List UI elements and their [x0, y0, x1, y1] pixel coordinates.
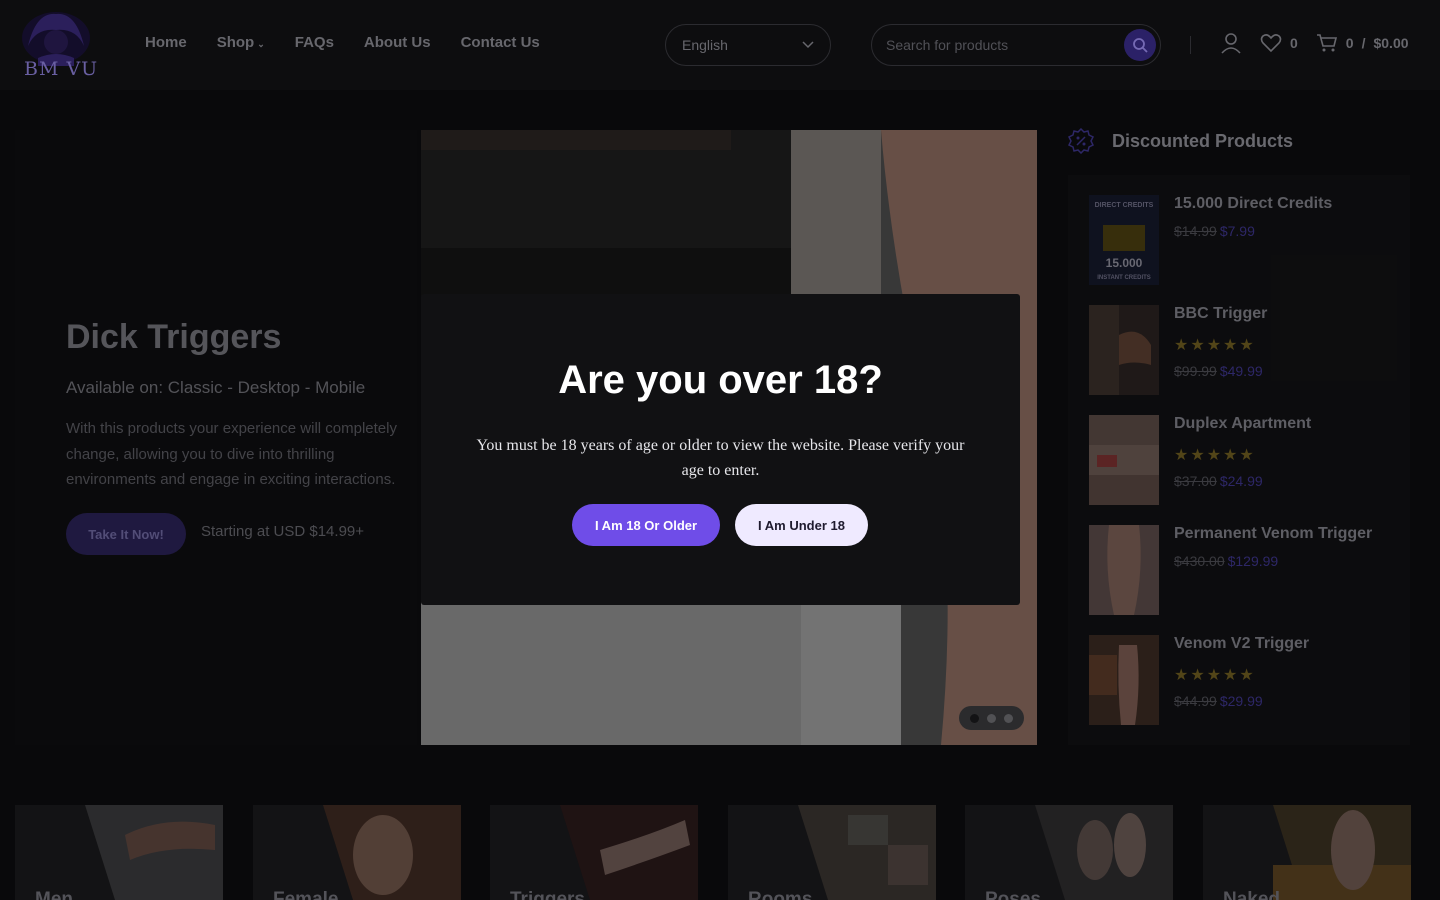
modal-message: You must be 18 years of age or older to … [476, 437, 965, 479]
age-verification-modal: Are you over 18? You must be 18 years of… [421, 294, 1020, 605]
deny-age-button[interactable]: I Am Under 18 [735, 504, 868, 546]
modal-title: Are you over 18? [558, 358, 883, 402]
confirm-age-button[interactable]: I Am 18 Or Older [572, 504, 720, 546]
